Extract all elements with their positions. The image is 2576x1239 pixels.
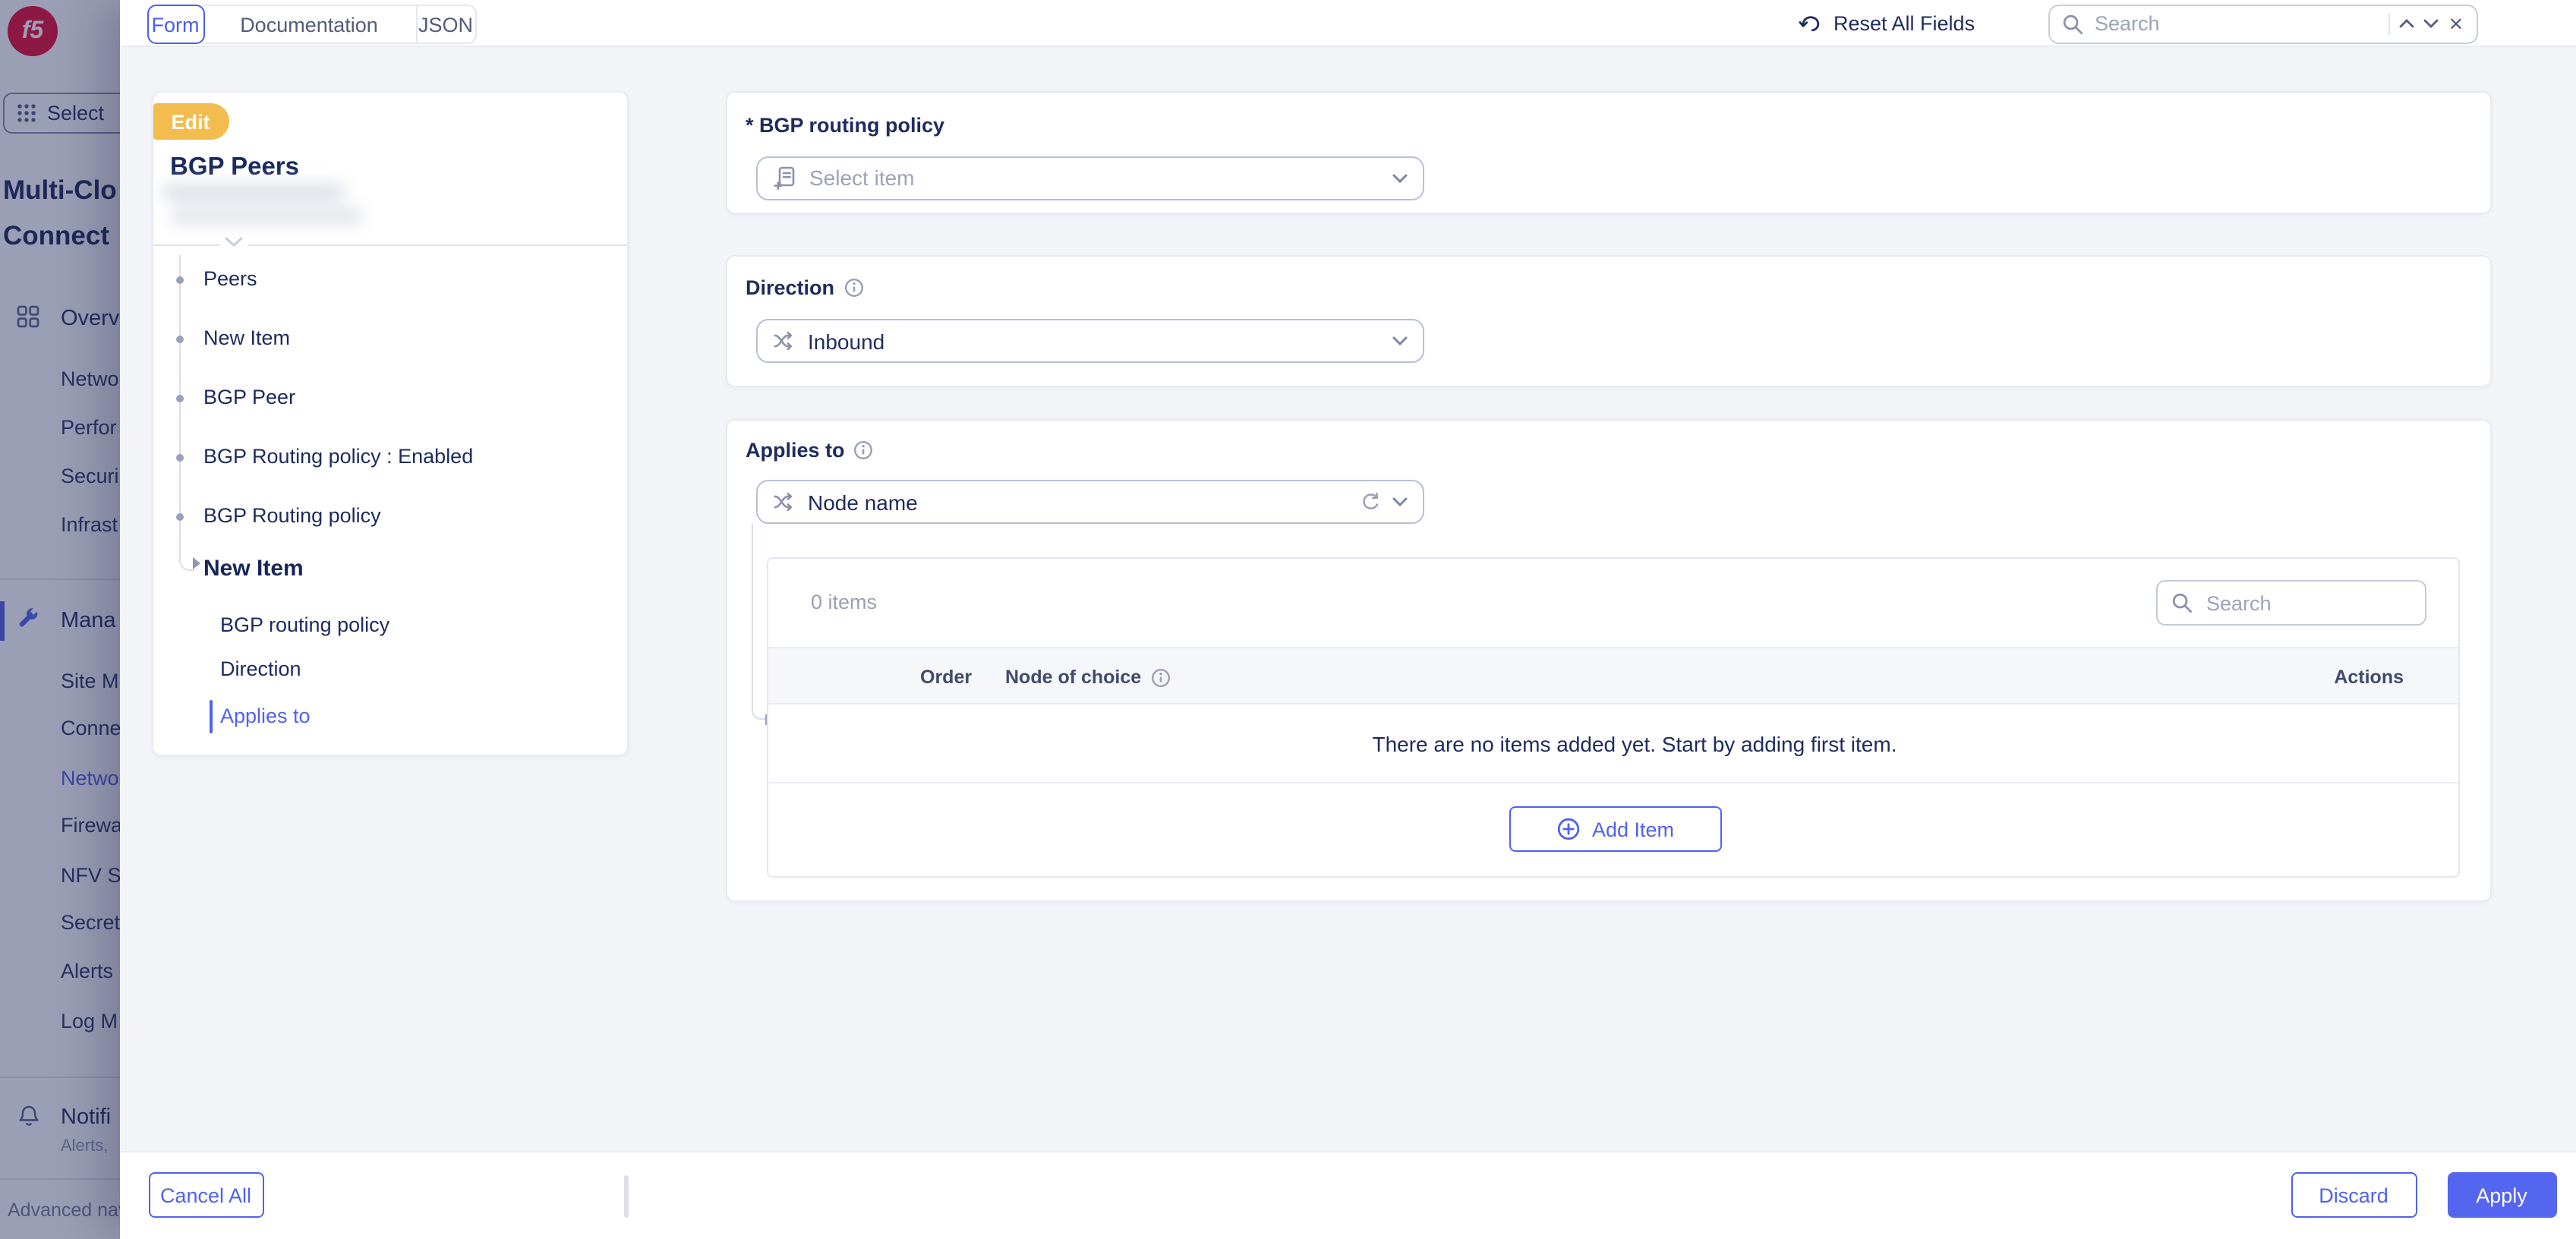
bgp-routing-policy-select[interactable]: Select item [756,156,1424,200]
info-icon[interactable] [843,278,863,298]
field-card-applies-to: Applies to Node name [726,419,2492,902]
discard-button[interactable]: Discard [2291,1172,2417,1218]
tree-child-applies-to[interactable]: Applies to [153,701,608,731]
find-divider [2389,13,2391,34]
drawer-body: Edit BGP Peers Peers New Item BGP [119,47,2576,1151]
tree-child-direction[interactable]: Direction [153,654,608,685]
reset-all-fields-button[interactable]: Reset All Fields [1797,0,1975,47]
direction-select[interactable]: Inbound [756,319,1424,363]
items-count: 0 items [811,559,877,647]
tab-documentation[interactable]: Documentation [203,5,415,44]
close-icon[interactable]: ✕ [2448,14,2464,33]
add-item-label: Add Item [1592,818,1674,840]
footer-divider [623,1175,628,1218]
field-card-bgp-routing-policy: * BGP routing policy Select item [726,90,2492,213]
info-icon[interactable] [1150,667,1170,687]
apply-button[interactable]: Apply [2447,1172,2556,1218]
table-search-input[interactable] [2203,590,2411,616]
refresh-icon[interactable] [1359,491,1380,512]
tree-item-peers[interactable]: Peers [153,264,608,295]
chevron-down-icon[interactable] [2424,18,2439,29]
search-icon [2171,592,2193,613]
drawer-find-input[interactable] [2092,11,2380,36]
table-header-row: Order Node of choice Actions [768,647,2458,705]
column-order: Order [920,648,972,706]
table-search-box [2156,580,2426,626]
tab-form[interactable]: Form [147,5,204,44]
table-empty-message: There are no items added yet. Start by a… [768,706,2458,783]
search-icon [2061,13,2083,34]
undo-icon [1797,12,1823,35]
chevron-down-icon [1392,497,1408,507]
field-connector [752,524,765,720]
bgp-routing-policy-placeholder: Select item [809,166,1380,190]
chevron-down-icon [1392,336,1408,346]
tree-item-current-new-item[interactable]: New Item [153,554,608,585]
drawer-footer: Cancel All Discard Apply [119,1151,2576,1239]
applies-to-items-table: 0 items Order Node of choice [767,557,2460,878]
info-icon[interactable] [854,440,874,460]
tree-item-new-item[interactable]: New Item [153,323,608,354]
page: f5 Select Multi-Clo Connect O [0,0,2576,1239]
cancel-all-button[interactable]: Cancel All [148,1172,263,1218]
tree-item-bgp-routing-policy[interactable]: BGP Routing policy [153,501,608,531]
add-item-button[interactable]: Add Item [1509,806,1722,852]
direction-label: Direction [746,276,863,299]
field-card-direction: Direction Inbound [726,255,2492,387]
chevron-up-icon[interactable] [2400,18,2415,29]
edit-mode-badge: Edit [153,103,229,140]
redacted-object-name [162,180,364,235]
shuffle-icon [773,490,796,513]
tree-item-bgp-peer[interactable]: BGP Peer [153,383,608,413]
overlay-scrim[interactable] [0,0,119,1239]
tree-item-bgp-routing-policy-enabled[interactable]: BGP Routing policy : Enabled [153,442,608,472]
shuffle-icon [773,329,796,352]
plus-circle-icon [1557,817,1581,841]
view-tabs: Form Documentation JSON [147,5,476,44]
drawer-header: Form Documentation JSON Reset All Fields [119,0,2576,47]
tab-json[interactable]: JSON [415,5,476,44]
applies-to-label: Applies to [746,439,874,462]
chevron-down-icon [1392,172,1408,183]
tree-child-bgp-routing-policy[interactable]: BGP routing policy [153,610,608,641]
applies-to-value: Node name [808,490,1347,514]
bgp-routing-policy-label: * BGP routing policy [746,113,944,136]
edit-drawer: Form Documentation JSON Reset All Fields [119,0,2576,1239]
drawer-find-box: ✕ [2048,4,2477,43]
column-actions: Actions [2334,648,2404,706]
reset-all-fields-label: Reset All Fields [1833,12,1975,35]
applies-to-select[interactable]: Node name [756,480,1424,524]
direction-value: Inbound [808,329,1380,353]
select-item-icon [773,165,797,191]
object-title: BGP Peers [170,153,299,181]
collapse-chevron-icon[interactable] [219,236,247,247]
column-node-of-choice: Node of choice [1005,648,1170,706]
form-tree-panel: Edit BGP Peers Peers New Item BGP [151,90,629,755]
